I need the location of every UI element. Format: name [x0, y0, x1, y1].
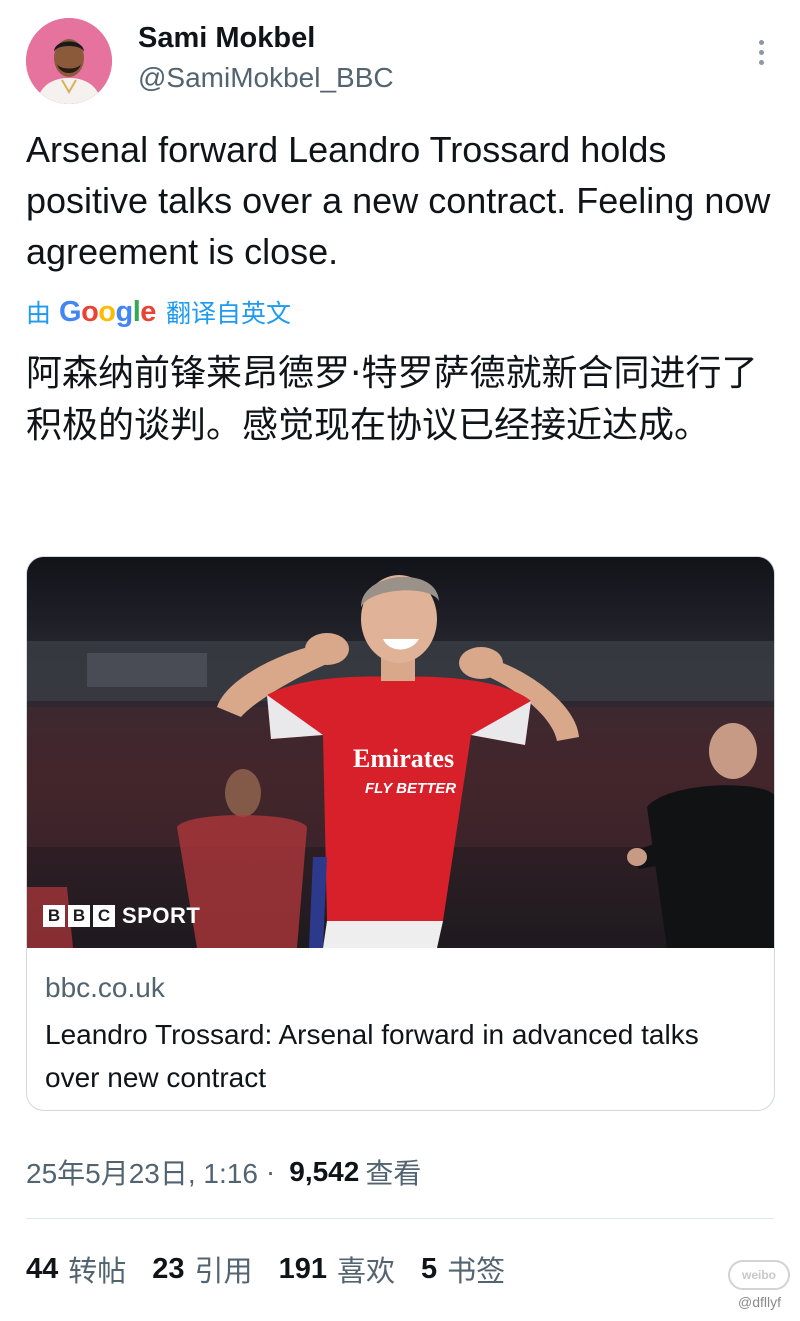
stat-bookmarks[interactable]: 5 书签 — [421, 1248, 505, 1290]
football-photo: Emirates FLY BETTER — [27, 557, 774, 948]
translation-attribution[interactable]: 由 Google 翻译自英文 — [26, 292, 291, 332]
avatar[interactable] — [26, 18, 112, 104]
meta-separator: · — [265, 1156, 276, 1187]
avatar-image — [26, 18, 112, 104]
card-domain: bbc.co.uk — [45, 972, 165, 1003]
more-vertical-icon[interactable] — [754, 40, 768, 70]
translation-by-label: 由 — [26, 300, 52, 328]
view-label: 查看 — [365, 1158, 422, 1189]
divider — [26, 1218, 774, 1219]
tweet-header: Sami Mokbel @SamiMokbel_BBC — [26, 18, 774, 108]
watermark-user: @dfllyf — [738, 1294, 781, 1310]
google-logo: Google — [59, 295, 156, 328]
tweet-text: Arsenal forward Leandro Trossard holds p… — [26, 129, 771, 272]
bbc-sport-logo: B B C SPORT — [43, 903, 200, 929]
author-name[interactable]: Sami Mokbel — [138, 22, 315, 55]
stat-reposts[interactable]: 44 转帖 — [26, 1248, 126, 1290]
card-image: Emirates FLY BETTER B B C SPORT — [27, 557, 774, 948]
translation-source-label: 翻译自英文 — [165, 300, 291, 328]
view-count: 9,542 — [289, 1156, 360, 1187]
engagement-stats: 44 转帖 23 引用 191 喜欢 5 书签 — [26, 1248, 531, 1290]
link-card[interactable]: Emirates FLY BETTER B B C SPORT bbc.co.u… — [26, 556, 775, 1111]
tweet-meta: 25年5月23日, 1:16 · 9,542 查看 — [26, 1152, 421, 1192]
stat-likes[interactable]: 191 喜欢 — [279, 1248, 395, 1290]
translated-text: 阿森纳前锋莱昂德罗·特罗萨德就新合同进行了积极的谈判。感觉现在协议已经接近达成。 — [26, 353, 758, 446]
weibo-watermark-icon: weibo — [728, 1260, 790, 1290]
card-title: Leandro Trossard: Arsenal forward in adv… — [45, 1019, 699, 1093]
stat-quotes[interactable]: 23 引用 — [152, 1248, 252, 1290]
author-handle[interactable]: @SamiMokbel_BBC — [138, 62, 394, 94]
tweet-datetime[interactable]: 25年5月23日, 1:16 — [26, 1152, 258, 1192]
svg-text:Emirates: Emirates — [353, 744, 454, 773]
svg-text:FLY BETTER: FLY BETTER — [365, 780, 456, 797]
